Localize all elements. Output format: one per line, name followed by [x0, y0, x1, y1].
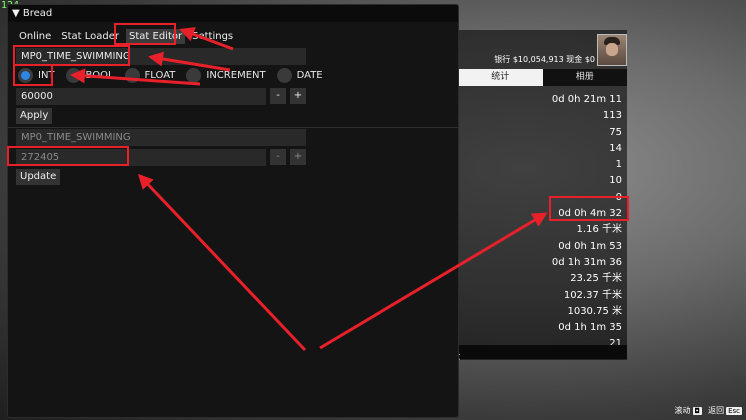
- tab-settings[interactable]: Settings: [189, 29, 236, 44]
- update-button[interactable]: Update: [16, 169, 61, 185]
- scroll-hint: 滚动 ◘: [674, 406, 703, 415]
- list-item: 75: [609, 126, 622, 138]
- radio-bool[interactable]: [65, 68, 81, 83]
- annotation-box-stat-value: [549, 196, 629, 221]
- list-item: 0d 0h 21m 11: [551, 94, 622, 105]
- annotation-box-stat-name: [13, 45, 130, 66]
- esc-key-icon: Esc: [726, 407, 742, 415]
- list-item: 1: [615, 159, 622, 171]
- annotation-box-read-value: [7, 146, 129, 166]
- list-item: 10: [609, 175, 622, 187]
- read-increment-button[interactable]: +: [290, 149, 306, 165]
- mod-menu-window: ▼ Bread Online Stat Loader Stat Editor S…: [7, 4, 459, 418]
- read-decrement-button[interactable]: -: [270, 149, 286, 165]
- tab-album[interactable]: 相册: [542, 69, 627, 86]
- radio-float[interactable]: [124, 68, 140, 83]
- radio-label-bool: BOOL: [85, 70, 114, 81]
- list-item: 0d 1h 1m 35: [558, 322, 622, 334]
- stat-type-radio-group: INT BOOL FLOAT INCREMENT DATE: [18, 68, 329, 83]
- mouse-icon: ◘: [692, 407, 703, 415]
- list-item: 23.25 千米: [570, 273, 622, 285]
- list-item: 1030.75 米: [567, 305, 622, 317]
- player-profile: 银行 $10,054,913 现金 $0: [452, 34, 627, 68]
- list-item: 14: [609, 142, 622, 154]
- window-titlebar[interactable]: ▼ Bread: [8, 5, 458, 22]
- list-item: 0d 0h 1m 53: [558, 240, 622, 252]
- list-item: 0d 1h 31m 36: [551, 256, 622, 268]
- apply-button[interactable]: Apply: [16, 108, 53, 124]
- avatar: [597, 34, 627, 66]
- radio-label-increment: INCREMENT: [206, 70, 266, 81]
- tab-stats[interactable]: 统计: [458, 69, 543, 86]
- read-stat-name-input[interactable]: MP0_TIME_SWIMMING: [16, 129, 306, 146]
- list-item: 1.16 千米: [576, 224, 622, 236]
- annotation-box-tab: [114, 23, 176, 45]
- triangle-down-icon[interactable]: ▼: [12, 8, 20, 19]
- decrement-button[interactable]: -: [270, 88, 286, 104]
- list-item: 113: [602, 110, 622, 122]
- radio-increment[interactable]: [186, 68, 202, 83]
- tab-online[interactable]: Online: [16, 29, 54, 44]
- radio-date[interactable]: [276, 68, 292, 83]
- section-divider: [8, 127, 458, 128]
- list-item: 102.37 千米: [563, 289, 622, 301]
- money-line: 银行 $10,054,913 现金 $0: [494, 55, 595, 64]
- game-tabs: 统计 相册: [458, 69, 627, 86]
- stat-values-list: 0d 0h 21m 11 113 75 14 1 10 0 0d 0h 4m 3…: [458, 92, 624, 353]
- tab-stat-loader[interactable]: Stat Loader: [58, 29, 122, 44]
- game-bottom-bar: C: [452, 345, 627, 363]
- annotation-box-int: [13, 64, 53, 86]
- controls-hint-bar: 滚动 ◘ 返回 Esc: [675, 405, 742, 416]
- back-hint: 返回 Esc: [708, 406, 742, 415]
- radio-label-date: DATE: [296, 70, 323, 81]
- increment-button[interactable]: +: [290, 88, 306, 104]
- radio-label-float: FLOAT: [144, 70, 176, 81]
- value-input[interactable]: 60000: [16, 88, 266, 105]
- window-title: Bread: [22, 8, 53, 19]
